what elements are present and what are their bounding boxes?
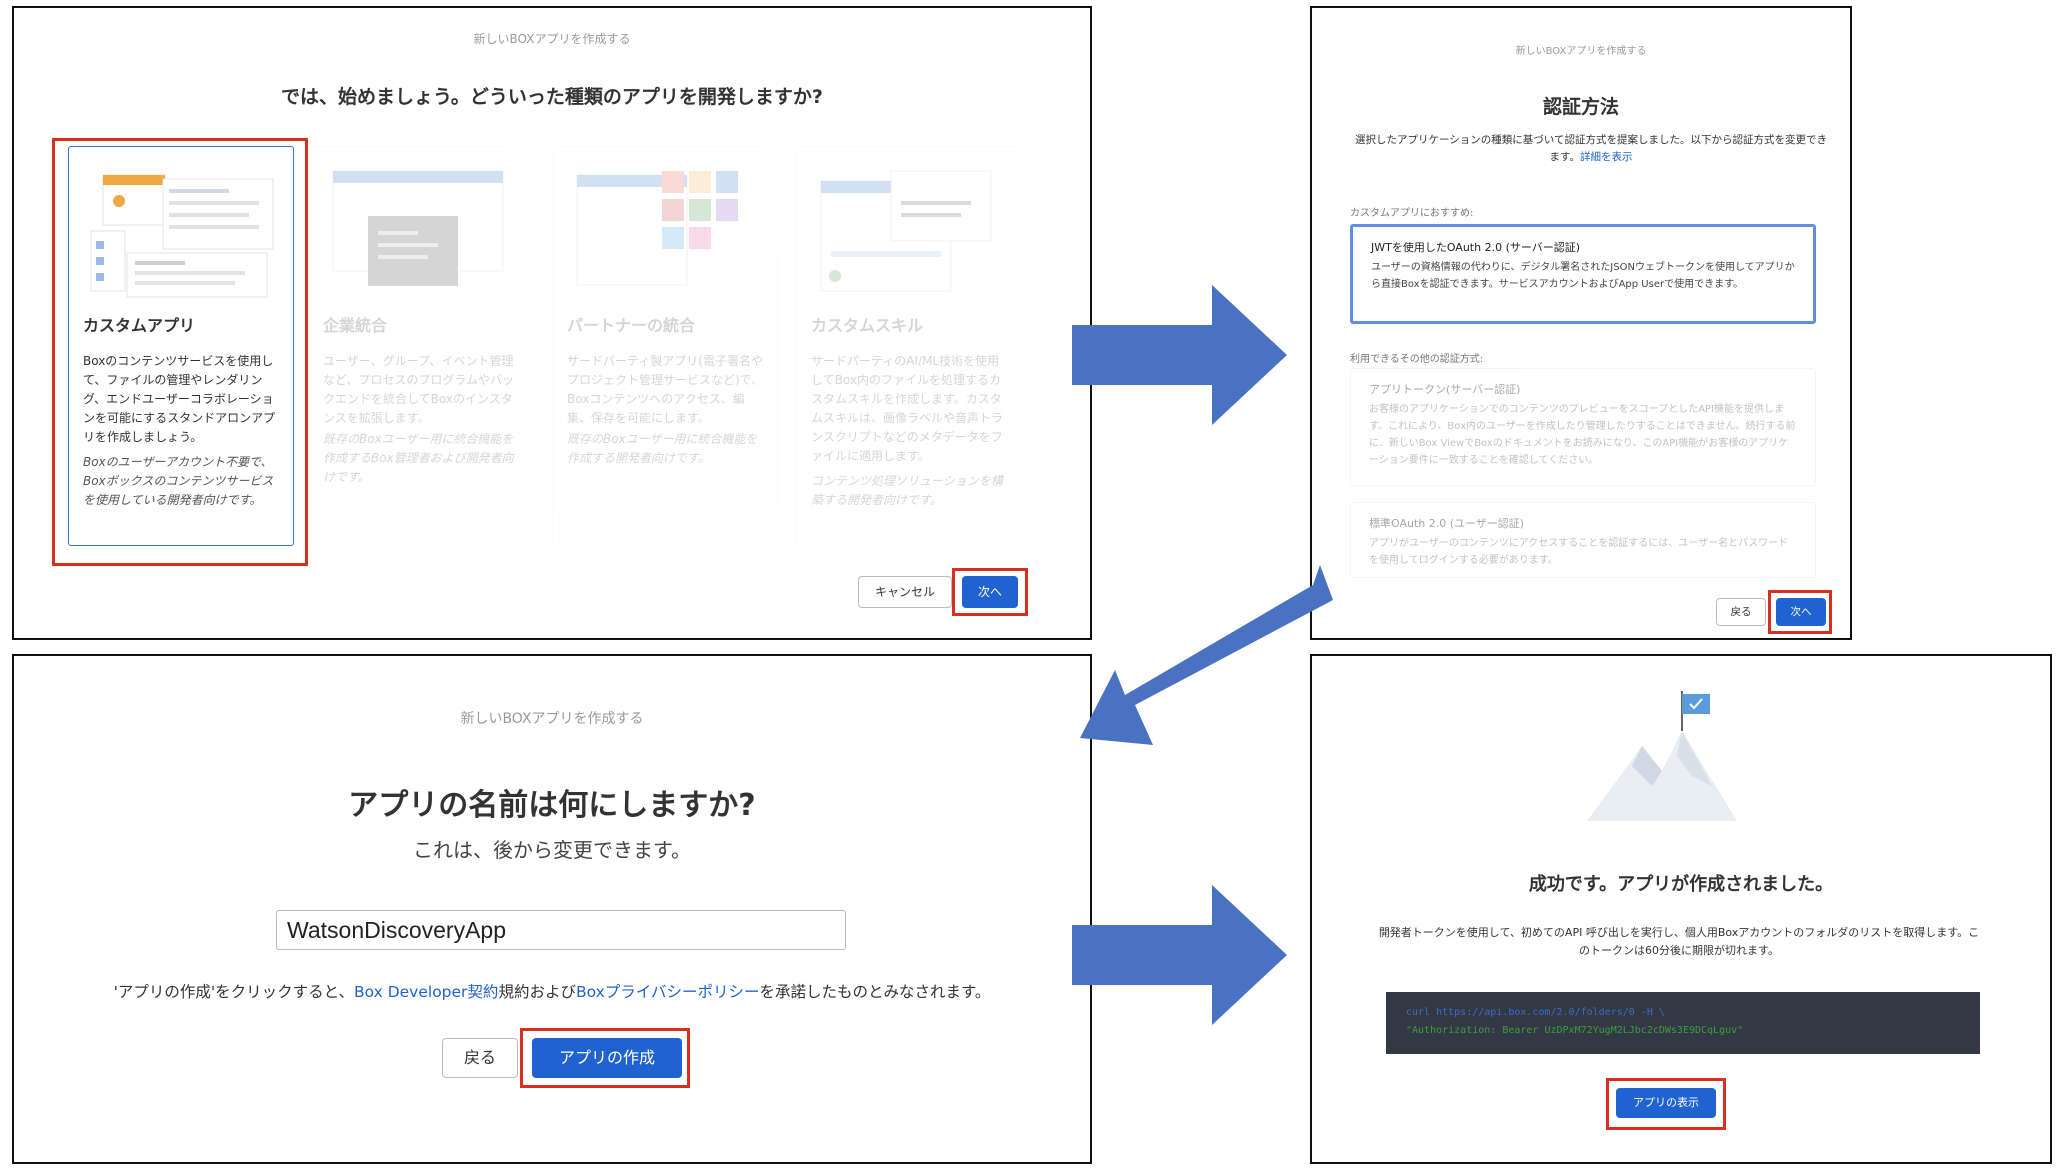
auth-option-desc: アプリがユーザーのコンテンツにアクセスすることを認証するには、ユーザー名とパスワ… bbox=[1369, 538, 1789, 566]
arrow-right-top bbox=[1072, 285, 1287, 425]
panel-app-type: 新しいBOXアプリを作成する では、始めましょう。どういった種類のアプリを開発し… bbox=[12, 6, 1092, 640]
auth-option-jwt[interactable]: JWTを使用したOAuth 2.0 (サーバー認証) ユーザーの資格情報の代わり… bbox=[1350, 224, 1816, 324]
highlight-frame bbox=[952, 568, 1028, 616]
recommended-label: カスタムアプリにおすすめ: bbox=[1350, 208, 1474, 219]
panel-success: 成功です。アプリが作成されました。 開発者トークンを使用して、初めてのAPI 呼… bbox=[1310, 654, 2052, 1164]
arrow-right-bottom bbox=[1072, 885, 1287, 1025]
arrow-diagonal-down-left bbox=[1080, 565, 1333, 745]
box-developer-agreement-link[interactable]: Box Developer契約 bbox=[354, 983, 498, 1001]
highlight-frame bbox=[520, 1028, 690, 1088]
page-title: では、始めましょう。どういった種類のアプリを開発しますか? bbox=[281, 86, 823, 108]
enterprise-integration-illustration bbox=[332, 170, 504, 286]
highlight-frame bbox=[52, 138, 308, 566]
panel-header: 新しいBOXアプリを作成する bbox=[460, 711, 644, 727]
card-description: サードパーティのAI/ML技術を使用してBox内のファイルを処理するカスタムスキ… bbox=[811, 354, 1004, 463]
card-note: コンテンツ処理ソリューションを構築する開発者向けです。 bbox=[811, 474, 1003, 507]
mountain-flag-illustration bbox=[1587, 691, 1737, 821]
page-subtitle: これは、後から変更できます。 bbox=[413, 838, 691, 862]
card-note: 既存のBoxユーザー用に統合機能を作成する開発者向けです。 bbox=[567, 432, 758, 465]
auth-option-title: アプリトークン(サーバー認証) bbox=[1369, 383, 1521, 396]
auth-option-desc: お客様のアプリケーションでのコンテンツのプレビューをスコープとしたAPI機能を提… bbox=[1369, 404, 1796, 466]
highlight-frame bbox=[1606, 1078, 1726, 1130]
code-line-auth: "Authorization: Bearer UzDPxM72YugM2LJbc… bbox=[1406, 1025, 1744, 1036]
card-note: 既存のBoxユーザー用に統合機能を作成するBox管理者および開発者向けです。 bbox=[323, 432, 514, 484]
panel-header: 新しいBOXアプリを作成する bbox=[1515, 46, 1647, 57]
panel-auth-method: 新しいBOXアプリを作成する 認証方法 選択したアプリケーションの種類に基づいて… bbox=[1310, 6, 1852, 640]
auth-option-title: JWTを使用したOAuth 2.0 (サーバー認証) bbox=[1371, 241, 1581, 254]
app-type-card-partner-integration[interactable]: パートナーの統合 サードパーティ製アプリ(電子署名やプロジェクト管理サービスなど… bbox=[552, 146, 778, 546]
back-button[interactable]: 戻る bbox=[442, 1038, 518, 1078]
panel-header: 新しいBOXアプリを作成する bbox=[473, 32, 631, 46]
highlight-frame bbox=[1768, 590, 1832, 634]
card-title: カスタムスキル bbox=[811, 316, 924, 335]
page-title: 成功です。アプリが作成されました。 bbox=[1528, 874, 1834, 895]
app-type-card-enterprise-integration[interactable]: 企業統合 ユーザー、グループ、イベント管理など、プロセスのプログラムやバックエン… bbox=[308, 146, 534, 546]
other-auth-label: 利用できるその他の認証方式: bbox=[1350, 354, 1484, 365]
card-description: サードパーティ製アプリ(電子署名やプロジェクト管理サービスなど)で、Boxコンテ… bbox=[567, 354, 764, 425]
token-code-block[interactable]: curl https://api.box.com/2.0/folders/0 -… bbox=[1386, 992, 1980, 1054]
page-title: アプリの名前は何にしますか? bbox=[348, 788, 756, 823]
card-description: ユーザー、グループ、イベント管理など、プロセスのプログラムやバックエンドを統合し… bbox=[323, 354, 515, 425]
custom-skill-illustration bbox=[820, 170, 992, 292]
terms-text: 'アプリの作成'をクリックすると、Box Developer契約規約およびBox… bbox=[14, 980, 1090, 1002]
code-line-curl: curl https://api.box.com/2.0/folders/0 -… bbox=[1406, 1007, 1665, 1018]
auth-option-app-token[interactable]: アプリトークン(サーバー認証) お客様のアプリケーションでのコンテンツのプレビュ… bbox=[1350, 368, 1816, 486]
partner-integration-illustration bbox=[576, 171, 738, 286]
auth-option-title: 標準OAuth 2.0 (ユーザー認証) bbox=[1369, 517, 1525, 530]
page-title: 認証方法 bbox=[1542, 96, 1619, 118]
success-description: 開発者トークンを使用して、初めてのAPI 呼び出しを実行し、個人用Boxアカウン… bbox=[1378, 926, 1980, 957]
terms-mid: 規約および bbox=[498, 983, 576, 1001]
cancel-button[interactable]: キャンセル bbox=[858, 576, 952, 608]
box-privacy-policy-link[interactable]: Boxプライバシーポリシー bbox=[576, 983, 760, 1001]
panel-app-name: 新しいBOXアプリを作成する アプリの名前は何にしますか? これは、後から変更で… bbox=[12, 654, 1092, 1164]
auth-description: 選択したアプリケーションの種類に基づいて認証方式を提案しました。以下から認証方式… bbox=[1350, 132, 1832, 166]
card-title: パートナーの統合 bbox=[567, 316, 696, 335]
auth-option-desc: ユーザーの資格情報の代わりに、デジタル署名されたJSONウェブトークンを使用して… bbox=[1371, 262, 1795, 290]
card-title: 企業統合 bbox=[323, 316, 388, 335]
app-type-card-custom-skill[interactable]: カスタムスキル サードパーティのAI/ML技術を使用してBox内のファイルを処理… bbox=[796, 146, 1022, 546]
details-link[interactable]: 詳細を表示 bbox=[1580, 151, 1633, 163]
terms-prefix: 'アプリの作成'をクリックすると、 bbox=[113, 983, 354, 1001]
terms-suffix: を承諾したものとみなされます。 bbox=[759, 983, 991, 1001]
auth-option-standard-oauth[interactable]: 標準OAuth 2.0 (ユーザー認証) アプリがユーザーのコンテンツにアクセス… bbox=[1350, 502, 1816, 578]
app-name-input[interactable] bbox=[276, 910, 846, 950]
back-button[interactable]: 戻る bbox=[1716, 598, 1766, 626]
